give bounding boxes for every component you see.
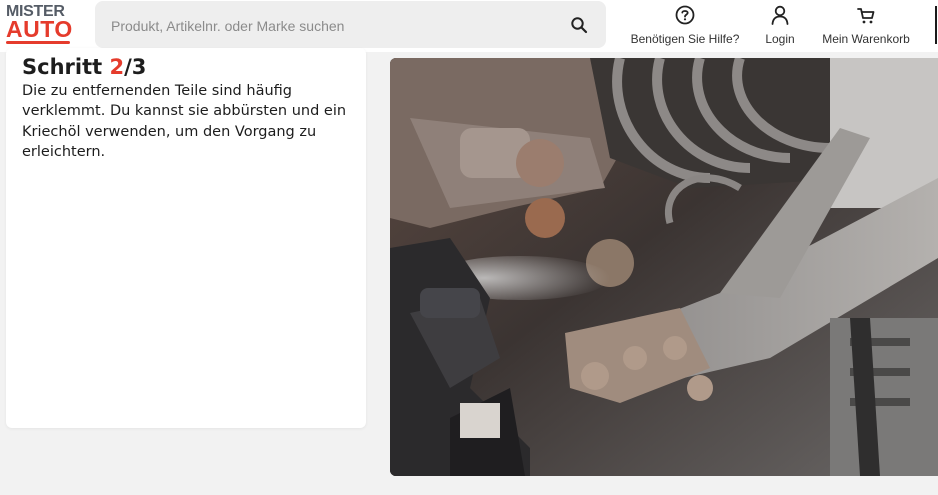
user-icon — [771, 5, 789, 25]
step-title: Schritt 2/3 — [22, 53, 146, 81]
step-photo — [390, 58, 938, 476]
step-current-number: 2 — [109, 55, 125, 79]
step-card: Schritt 2/3 Die zu entfernenden Teile si… — [6, 48, 366, 428]
search-input[interactable] — [109, 1, 553, 50]
cart-button[interactable]: Mein Warenkorb — [815, 4, 917, 48]
search-bar[interactable] — [95, 1, 606, 50]
step-prefix: Schritt — [22, 55, 110, 79]
header-divider — [935, 6, 937, 44]
step-description: Die zu entfernenden Teile sind häufig ve… — [22, 83, 347, 160]
cart-icon — [857, 8, 875, 24]
logo-underline — [6, 41, 70, 44]
cart-label: Mein Warenkorb — [822, 32, 910, 46]
mister-auto-logo[interactable]: MISTER AUTO — [6, 4, 74, 46]
site-header: MISTER AUTO Benötigen Sie Hilfe? Login — [0, 0, 938, 52]
question-circle-icon — [675, 5, 695, 25]
brake-repair-photo — [390, 58, 938, 476]
login-button[interactable]: Login — [760, 4, 800, 48]
help-label: Benötigen Sie Hilfe? — [630, 32, 740, 46]
step-total: /3 — [124, 55, 147, 79]
logo-line-auto: AUTO — [6, 16, 73, 42]
search-icon[interactable] — [570, 16, 588, 34]
help-button[interactable]: Benötigen Sie Hilfe? — [628, 4, 742, 48]
login-label: Login — [765, 32, 795, 46]
